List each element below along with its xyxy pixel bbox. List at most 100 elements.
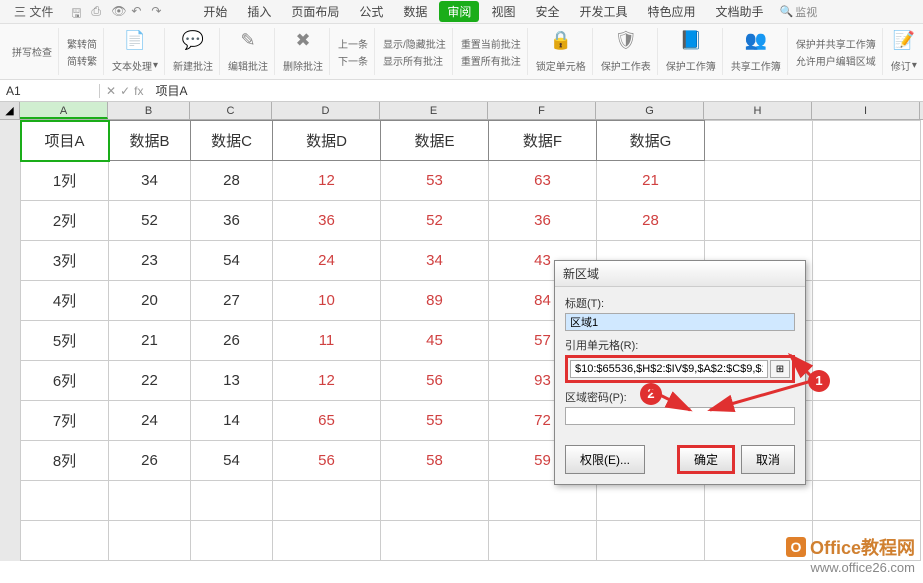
cell[interactable] bbox=[813, 201, 921, 241]
header-cell[interactable]: 项目A bbox=[21, 121, 109, 161]
cell[interactable]: 36 bbox=[273, 201, 381, 241]
cell[interactable] bbox=[813, 281, 921, 321]
cell[interactable] bbox=[705, 121, 813, 161]
cell[interactable]: 52 bbox=[381, 201, 489, 241]
search-box[interactable]: 🔍监视 bbox=[780, 4, 818, 20]
cell[interactable]: 36 bbox=[191, 201, 273, 241]
cell[interactable] bbox=[21, 481, 109, 521]
cell[interactable]: 58 bbox=[381, 441, 489, 481]
ref-picker-button[interactable]: ⊞ bbox=[770, 360, 790, 378]
cell[interactable] bbox=[191, 481, 273, 521]
ribbon-track[interactable]: 📝 修订▾ bbox=[885, 28, 923, 75]
reset-all[interactable]: 重置所有批注 bbox=[461, 53, 521, 68]
cell[interactable]: 21 bbox=[109, 321, 191, 361]
cell[interactable]: 11 bbox=[273, 321, 381, 361]
cell[interactable]: 34 bbox=[109, 161, 191, 201]
col-G[interactable]: G bbox=[596, 102, 704, 119]
tab-doc-helper[interactable]: 文档助手 bbox=[708, 1, 772, 22]
cell[interactable]: 12 bbox=[273, 161, 381, 201]
cell[interactable]: 23 bbox=[109, 241, 191, 281]
col-F[interactable]: F bbox=[488, 102, 596, 119]
tab-formula[interactable]: 公式 bbox=[351, 1, 391, 22]
spell-label[interactable]: 拼写检查 bbox=[12, 44, 52, 59]
header-cell[interactable]: 数据E bbox=[381, 121, 489, 161]
cell[interactable] bbox=[489, 521, 597, 561]
protect-share[interactable]: 保护并共享工作簿 bbox=[796, 36, 876, 51]
redo-icon[interactable]: ↷ bbox=[151, 4, 167, 20]
cell[interactable]: 26 bbox=[109, 441, 191, 481]
ribbon-share[interactable]: 👥 共享工作簿 bbox=[725, 28, 788, 75]
fx-icon[interactable]: fx bbox=[134, 84, 143, 98]
title-input[interactable] bbox=[565, 313, 795, 331]
cell[interactable] bbox=[813, 121, 921, 161]
cell[interactable]: 27 bbox=[191, 281, 273, 321]
cell[interactable]: 5列 bbox=[21, 321, 109, 361]
cell[interactable]: 55 bbox=[381, 401, 489, 441]
cell[interactable] bbox=[109, 521, 191, 561]
col-C[interactable]: C bbox=[190, 102, 272, 119]
cell[interactable] bbox=[813, 321, 921, 361]
save-icon[interactable]: 🖫 bbox=[71, 4, 87, 20]
print-icon[interactable]: ⎙ bbox=[91, 4, 107, 20]
tab-review[interactable]: 审阅 bbox=[439, 1, 479, 22]
file-menu[interactable]: 三 文件 bbox=[4, 3, 63, 20]
tab-security[interactable]: 安全 bbox=[527, 1, 567, 22]
ribbon-protect-sheet[interactable]: 🛡 保护工作表 bbox=[595, 28, 658, 75]
cell[interactable]: 10 bbox=[273, 281, 381, 321]
next-comment[interactable]: 下一条 bbox=[338, 53, 368, 68]
cell[interactable]: 45 bbox=[381, 321, 489, 361]
ribbon-new-comment[interactable]: 💬 新建批注 bbox=[167, 28, 220, 75]
ribbon-protect-book[interactable]: 📘 保护工作簿 bbox=[660, 28, 723, 75]
permissions-button[interactable]: 权限(E)... bbox=[565, 445, 645, 474]
cell[interactable]: 12 bbox=[273, 361, 381, 401]
col-A[interactable]: A bbox=[20, 102, 108, 119]
cell[interactable]: 22 bbox=[109, 361, 191, 401]
cell[interactable]: 24 bbox=[273, 241, 381, 281]
header-cell[interactable]: 数据C bbox=[191, 121, 273, 161]
ribbon-lock[interactable]: 🔒 锁定单元格 bbox=[530, 28, 593, 75]
cell[interactable]: 89 bbox=[381, 281, 489, 321]
cell[interactable] bbox=[273, 481, 381, 521]
reset-current[interactable]: 重置当前批注 bbox=[461, 36, 521, 51]
accept-icon[interactable]: ✓ bbox=[120, 84, 130, 98]
cell[interactable] bbox=[597, 521, 705, 561]
cancel-button[interactable]: 取消 bbox=[741, 445, 795, 474]
cell[interactable]: 28 bbox=[191, 161, 273, 201]
col-B[interactable]: B bbox=[108, 102, 190, 119]
pwd-input[interactable] bbox=[565, 407, 795, 425]
cell[interactable]: 36 bbox=[489, 201, 597, 241]
cell[interactable] bbox=[705, 161, 813, 201]
cell[interactable]: 65 bbox=[273, 401, 381, 441]
cell[interactable]: 56 bbox=[381, 361, 489, 401]
cell[interactable]: 6列 bbox=[21, 361, 109, 401]
cell[interactable]: 53 bbox=[381, 161, 489, 201]
cell[interactable] bbox=[705, 201, 813, 241]
cell[interactable] bbox=[705, 481, 813, 521]
cell[interactable]: 54 bbox=[191, 441, 273, 481]
show-all-comment[interactable]: 显示所有批注 bbox=[383, 53, 446, 68]
cell[interactable] bbox=[381, 481, 489, 521]
ribbon-edit-comment[interactable]: ✎ 编辑批注 bbox=[222, 28, 275, 75]
cancel-icon[interactable]: ✕ bbox=[106, 84, 116, 98]
cell[interactable]: 52 bbox=[109, 201, 191, 241]
tab-special[interactable]: 特色应用 bbox=[639, 1, 703, 22]
col-H[interactable]: H bbox=[704, 102, 812, 119]
cell[interactable] bbox=[109, 481, 191, 521]
cell[interactable]: 7列 bbox=[21, 401, 109, 441]
tab-page-layout[interactable]: 页面布局 bbox=[283, 1, 347, 22]
header-cell[interactable]: 数据B bbox=[109, 121, 191, 161]
col-E[interactable]: E bbox=[380, 102, 488, 119]
cell[interactable]: 20 bbox=[109, 281, 191, 321]
cell[interactable]: 14 bbox=[191, 401, 273, 441]
cell[interactable]: 24 bbox=[109, 401, 191, 441]
formula-input[interactable]: 项目A bbox=[149, 82, 923, 99]
ref-input[interactable] bbox=[570, 360, 768, 378]
tab-view[interactable]: 视图 bbox=[483, 1, 523, 22]
cell[interactable]: 4列 bbox=[21, 281, 109, 321]
tab-home[interactable]: 开始 bbox=[195, 1, 235, 22]
cell[interactable] bbox=[813, 481, 921, 521]
cell[interactable]: 21 bbox=[597, 161, 705, 201]
cell[interactable]: 34 bbox=[381, 241, 489, 281]
cell[interactable]: 3列 bbox=[21, 241, 109, 281]
header-cell[interactable]: 数据D bbox=[273, 121, 381, 161]
